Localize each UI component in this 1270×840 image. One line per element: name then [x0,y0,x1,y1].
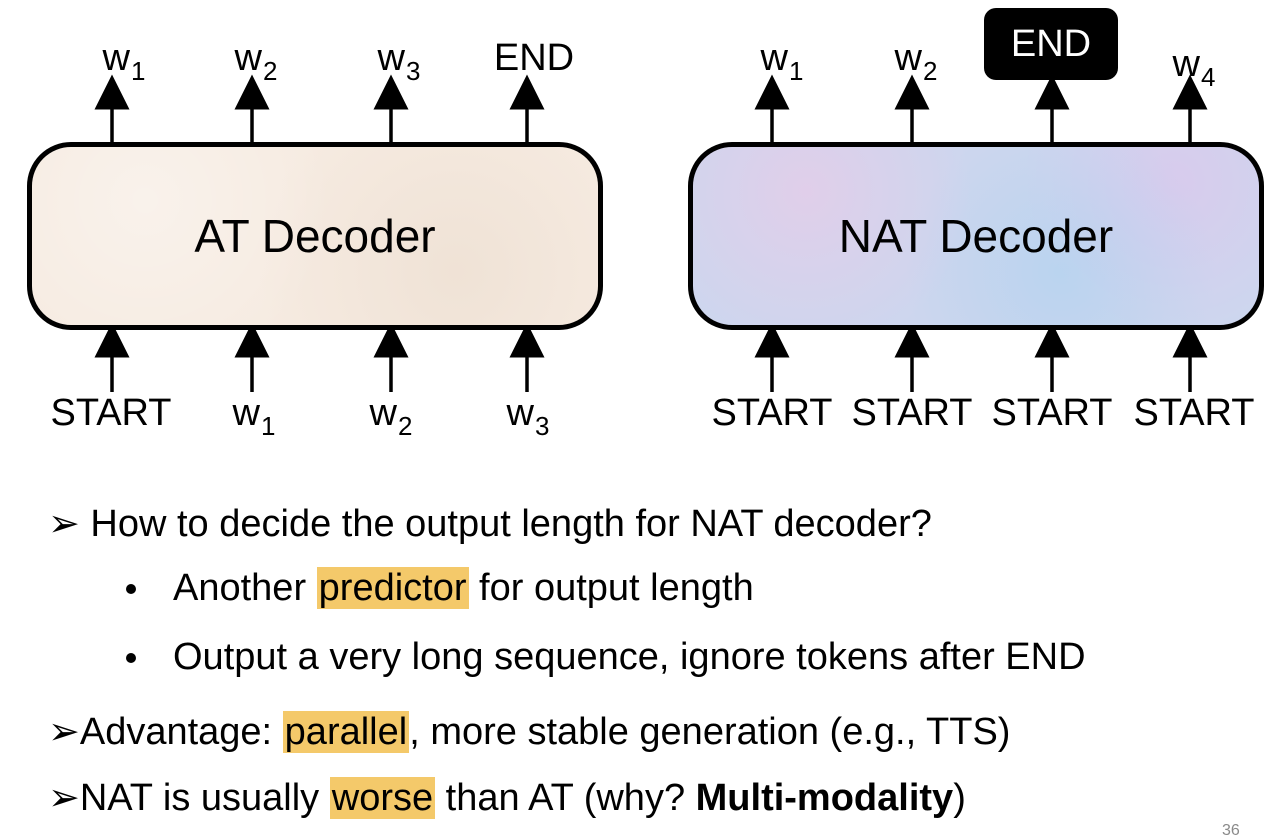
at-input-1: w1 [232,392,276,441]
at-output-2: w2 [234,37,278,86]
nat-input-start-1: START [711,392,833,434]
at-output-1: w1 [102,37,146,86]
arrow-bullet-icon: ➢ [48,711,80,753]
page-number: 36 [1222,822,1240,839]
bullet-1: ➢ How to decide the output length for NA… [48,503,932,545]
bullet-2: ➢Advantage: parallel, more stable genera… [48,711,1011,753]
arrow-bullet-icon: ➢ [48,777,80,819]
nat-input-start-2: START [851,392,973,434]
at-decoder-box: AT Decoder [27,142,603,330]
nat-end-badge: END [984,8,1118,80]
bullet-1b: Output a very long sequence, ignore toke… [173,636,1086,678]
nat-decoder-box: NAT Decoder [688,142,1264,330]
highlight-predictor: predictor [316,567,469,609]
bullet-dot-icon [126,584,136,594]
bullet-dot-icon [126,653,136,663]
at-decoder-label: AT Decoder [194,210,436,262]
bullet-3: ➢NAT is usually worse than AT (why? Mult… [48,777,966,819]
at-input-start: START [50,392,172,434]
at-input-3: w3 [506,392,550,441]
nat-output-4: w4 [1172,43,1216,92]
at-output-3: w3 [377,37,421,86]
nat-input-start-4: START [1133,392,1255,434]
at-input-2: w2 [369,392,413,441]
arrow-bullet-icon: ➢ [48,503,80,545]
bullet-1a: Another predictor for output length [173,567,754,609]
nat-output-2: w2 [894,37,938,86]
highlight-worse: worse [329,777,436,819]
nat-decoder-label: NAT Decoder [838,210,1114,262]
at-output-end: END [493,37,575,79]
nat-input-start-3: START [991,392,1113,434]
nat-output-1: w1 [760,37,804,86]
highlight-parallel: parallel [282,711,410,753]
